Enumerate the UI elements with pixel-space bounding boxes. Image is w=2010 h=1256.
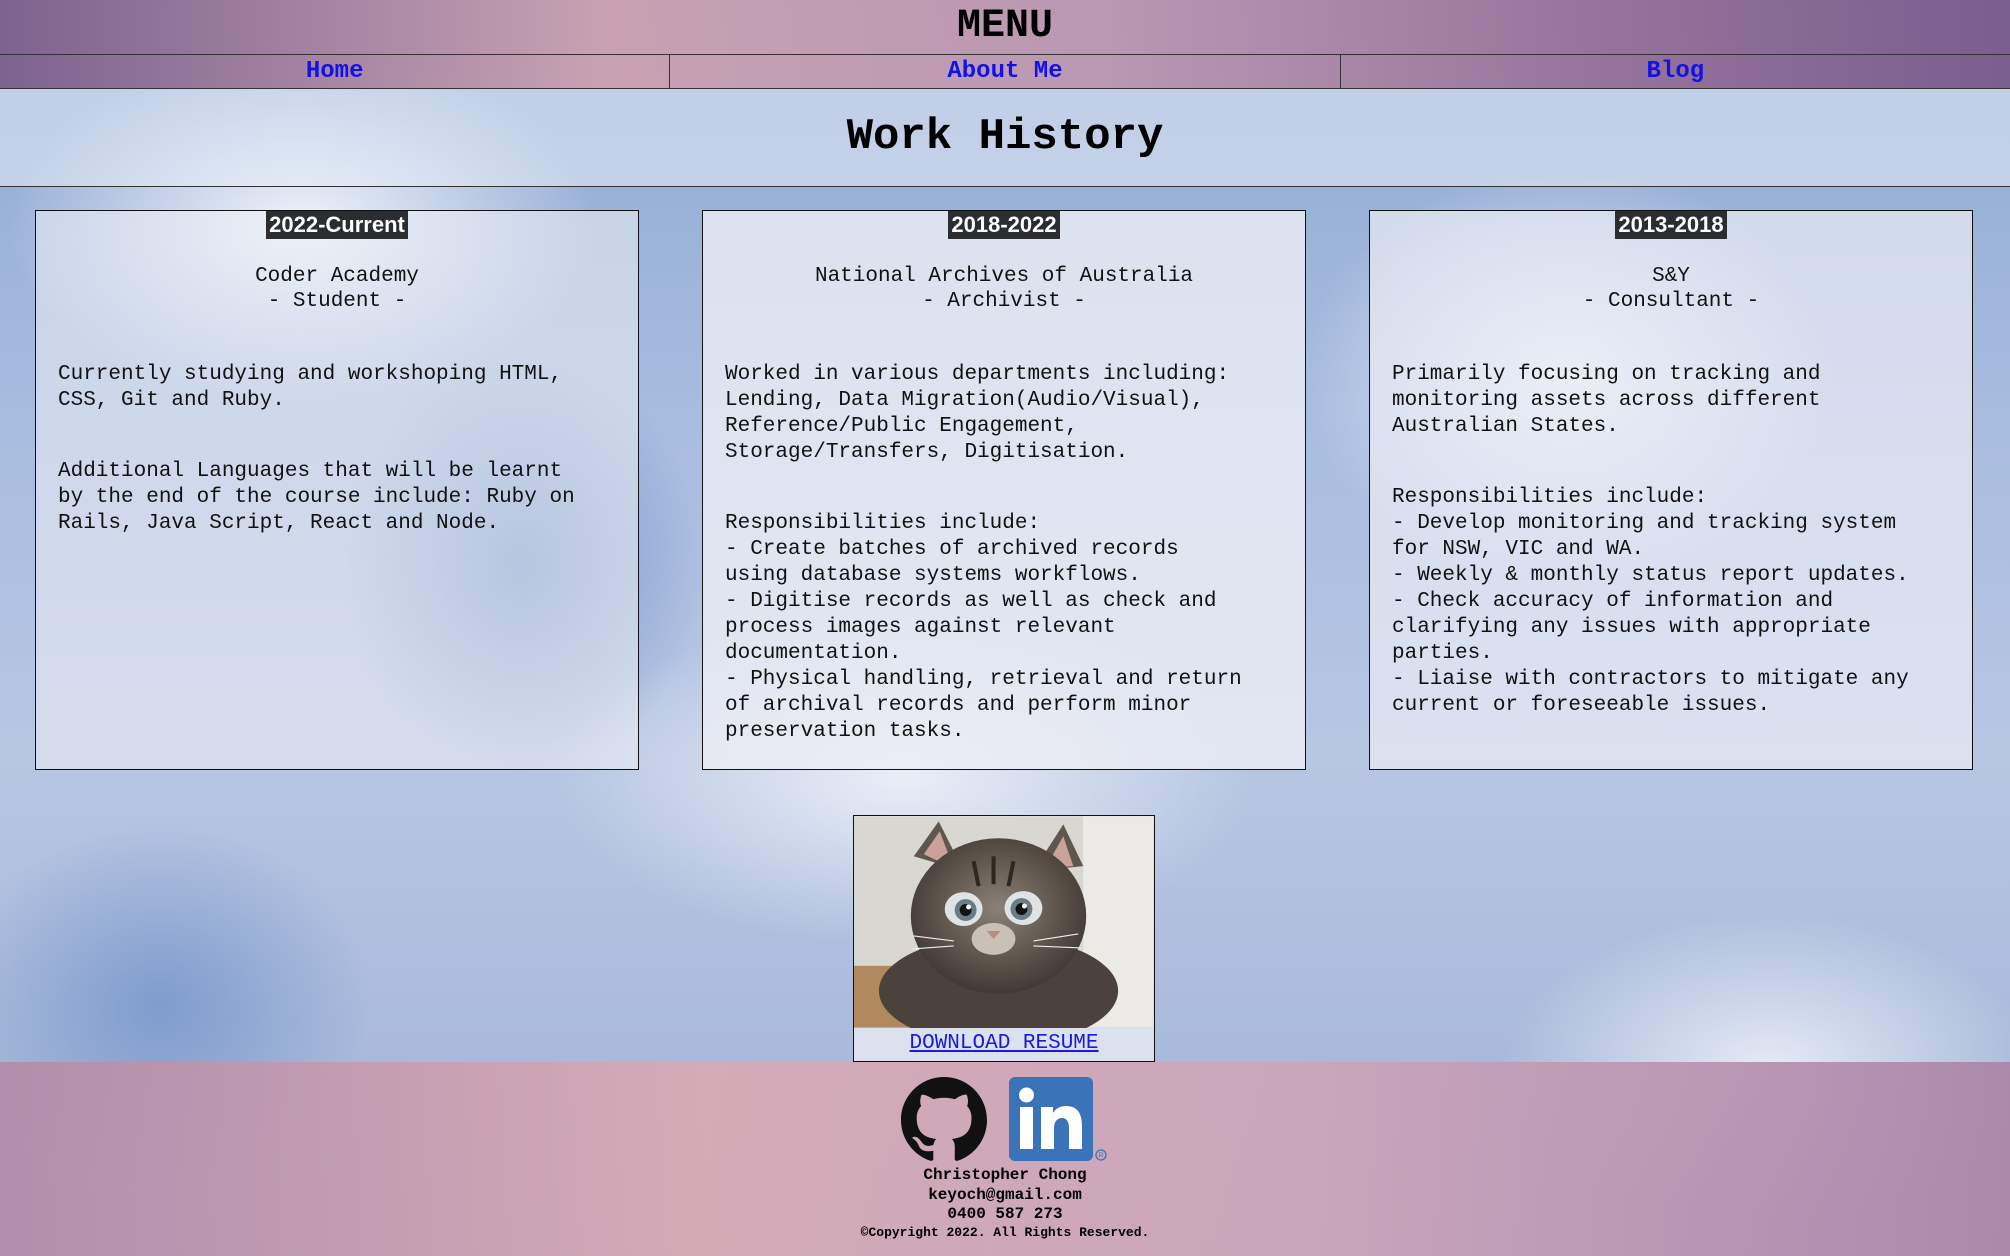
- job-role: - Archivist -: [922, 290, 1086, 313]
- job-description: Worked in various departments including:…: [725, 363, 1230, 464]
- linkedin-icon: R: [1008, 1077, 1107, 1161]
- job-role: - Consultant -: [1582, 290, 1760, 313]
- social-links: R: [0, 1077, 2010, 1167]
- svg-text:R: R: [1098, 1153, 1103, 1160]
- job-organisation: S&Y: [1652, 265, 1690, 288]
- job-period-badge: 2022-Current: [266, 211, 408, 239]
- page-title: Work History: [846, 112, 1164, 162]
- nav-home-link[interactable]: Home: [0, 55, 671, 88]
- job-responsibilities: Responsibilities include: - Develop moni…: [1392, 486, 1909, 717]
- footer-phone: 0400 587 273: [947, 1205, 1063, 1223]
- job-period-badge: 2013-2018: [1615, 211, 1727, 239]
- footer-email: keyoch@gmail.com: [928, 1186, 1082, 1204]
- download-resume-link[interactable]: DOWNLOAD RESUME: [854, 1028, 1154, 1060]
- nav-blog-link[interactable]: Blog: [1341, 55, 2010, 88]
- kitten-photo: [854, 816, 1153, 1028]
- github-link[interactable]: [901, 1077, 988, 1163]
- main-nav: Home About Me Blog: [0, 54, 2010, 89]
- job-organisation: Coder Academy: [255, 265, 419, 288]
- job-responsibilities: Responsibilities include: - Create batch…: [725, 512, 1242, 743]
- github-icon: [901, 1077, 988, 1161]
- footer-copyright: ©Copyright 2022. All Rights Reserved.: [860, 1225, 1150, 1240]
- job-role: - Student -: [267, 290, 407, 313]
- linkedin-link[interactable]: R: [1008, 1077, 1109, 1163]
- job-card-national-archives: 2018-2022 National Archives of Australia…: [702, 210, 1306, 770]
- job-description: Additional Languages that will be learnt…: [58, 460, 575, 535]
- job-period-badge: 2018-2022: [948, 211, 1060, 239]
- menu-title: MENU: [956, 4, 1053, 49]
- job-card-coder-academy: 2022-Current Coder Academy - Student - C…: [35, 210, 639, 770]
- job-card-s-and-y: 2013-2018 S&Y - Consultant - Primarily f…: [1369, 210, 1973, 770]
- page-heading-band: Work History: [0, 89, 2010, 187]
- nav-about-me-link[interactable]: About Me: [670, 55, 1341, 88]
- footer: R Christopher Chong keyoch@gmail.com 040…: [0, 1062, 2010, 1256]
- job-description: Currently studying and workshoping HTML,…: [58, 363, 563, 412]
- resume-card: DOWNLOAD RESUME: [853, 815, 1155, 1062]
- job-organisation: National Archives of Australia: [814, 265, 1194, 288]
- job-description: Primarily focusing on tracking and monit…: [1392, 363, 1821, 438]
- top-bar: MENU Home About Me Blog: [0, 0, 2010, 89]
- footer-name: Christopher Chong: [923, 1166, 1087, 1184]
